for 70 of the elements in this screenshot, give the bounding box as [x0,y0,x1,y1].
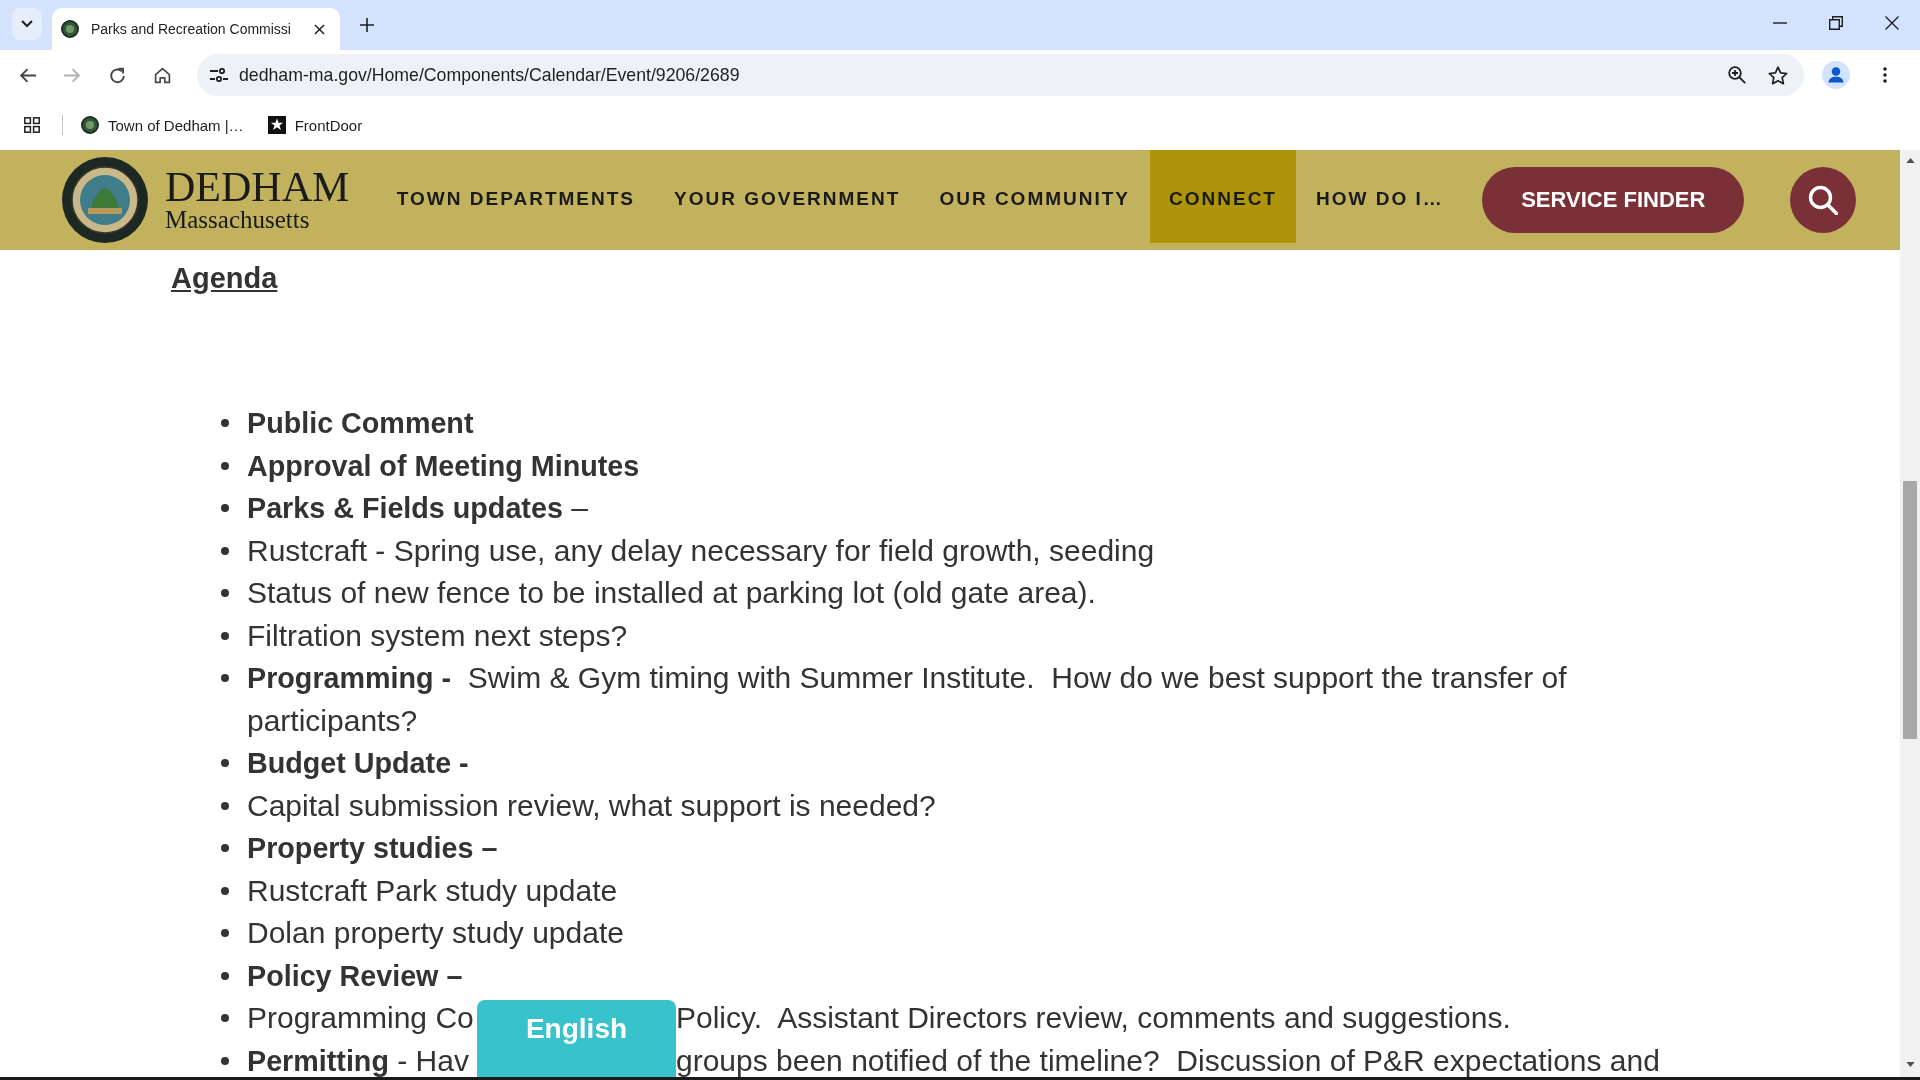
close-icon [313,23,325,35]
forward-arrow-icon [63,67,81,83]
agenda-heading: Agenda [171,261,278,296]
star-icon [1768,65,1788,85]
reload-icon [108,66,126,84]
bookmark-link[interactable]: FrontDoor [259,109,371,141]
favicon-icon [61,20,79,38]
minimize-icon [1773,22,1787,24]
bullet-icon [221,929,229,937]
star-figure-icon [267,116,286,134]
address-bar[interactable]: dedham-ma.gov/Home/Components/Calendar/Event/9206/2689 [197,54,1804,96]
agenda-item: Programming Co [247,1001,475,1036]
bullet-icon [221,546,229,555]
agenda-item: Budget Update - [247,746,469,781]
agenda-item: Rustcraft Park study update [247,872,618,909]
close-icon [1885,16,1899,30]
caret-icon [21,20,33,28]
scroll-up-arrow-icon[interactable] [1905,158,1915,163]
avatar-icon [1822,61,1850,89]
agenda-item: Property studies – [247,831,498,866]
agenda-item: Programming - Swim & Gym timing with Summer Institute. How do we best support the transfer of participants? [247,660,1568,739]
scrollbar-thumb[interactable] [1903,481,1917,739]
bullet-icon [221,674,229,682]
nav-link[interactable]: HOW DO I… [1296,150,1464,243]
agenda-item: Permitting - Hav [247,1043,470,1077]
agenda-item: Policy Review – [247,958,463,994]
agenda-item: Dolan property study update [247,915,624,951]
agenda-item: Approval of Meeting Minutes [247,448,640,484]
bullet-icon [221,801,229,810]
agenda-item: Filtration system next steps? [247,617,628,654]
bullet-icon [221,1014,229,1023]
bookmark-link[interactable]: Town of Dedham |… [73,109,252,141]
bullet-icon [221,1056,229,1065]
logo-title[interactable]: DEDHAM [165,167,350,207]
search-icon [1808,185,1839,215]
agenda-item: groups been notified of the timeline? Discussion of P&R expectations and [676,1043,1660,1077]
bullet-icon [221,759,229,767]
grid-icon [24,117,40,133]
bullet-icon [221,419,229,427]
zoom-in-icon [1728,66,1746,84]
bullet-icon [221,589,229,597]
scroll-down-arrow-icon[interactable] [1905,1062,1915,1067]
back-arrow-icon [18,67,36,83]
bullet-icon [221,886,229,895]
agenda-item: Capital submission review, what support is needed? [247,787,936,824]
seal-icon[interactable] [61,156,149,244]
restore-icon [1829,16,1843,30]
nav-link[interactable]: OUR COMMUNITY [919,150,1150,243]
nav-link[interactable]: TOWN DEPARTMENTS [377,150,655,243]
agenda-item: Policy. Assistant Directors review, comments and suggestions. [676,1001,1511,1036]
browser-tab[interactable]: Parks and Recreation Commissi [52,8,340,50]
logo-subtitle[interactable]: Massachusetts [165,207,350,233]
agenda-item: Rustcraft - Spring use, any delay necessary for field growth, seeding [247,532,1155,569]
tune-icon [210,68,228,82]
plus-icon [360,18,374,32]
service-finder-button[interactable]: SERVICE FINDER [1482,167,1745,233]
tab-search-button[interactable] [12,8,42,40]
agenda-item: Public Comment [247,406,474,441]
bullet-icon [221,971,229,980]
bullet-icon [221,844,229,852]
agenda-item: Status of new fence to be installed at parking lot (old gate area). [247,575,1096,611]
bullet-icon [221,461,229,470]
favicon-icon [81,116,99,134]
agenda-item: Parks & Fields updates – [247,490,588,526]
nav-link[interactable]: YOUR GOVERNMENT [654,150,920,243]
bullet-icon [221,504,229,512]
bullet-icon [221,631,229,640]
menu-icon [1883,67,1887,83]
nav-link[interactable]: CONNECT [1149,150,1297,243]
home-icon [153,66,171,84]
